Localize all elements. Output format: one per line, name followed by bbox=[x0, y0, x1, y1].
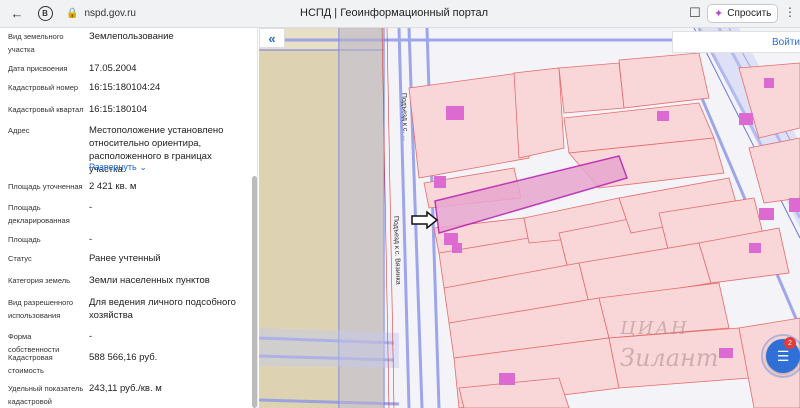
info-label: Кадастровая стоимость bbox=[8, 353, 53, 375]
info-value: 17.05.2004 bbox=[89, 63, 137, 74]
info-value: 2 421 кв. м bbox=[89, 181, 137, 192]
info-label: Площадь уточненная bbox=[8, 182, 83, 191]
cadastral-map[interactable]: Подъезд к с. ... Подъезд к с. Вязинка bbox=[259, 28, 800, 408]
info-label: Кадастровый квартал bbox=[8, 105, 84, 114]
info-value: Ранее учтенный bbox=[89, 253, 161, 264]
info-label: Удельный показатель кадастровой bbox=[8, 384, 84, 406]
address-bar[interactable]: 🔒 nspd.gov.ru bbox=[66, 8, 136, 19]
login-button-label: Войти bbox=[772, 36, 800, 48]
info-value: 16:15:180104:24 bbox=[89, 82, 161, 93]
lock-icon: 🔒 bbox=[66, 8, 79, 19]
yandex-shield-icon[interactable]: B bbox=[34, 3, 56, 25]
street-label: Подъезд к с. Вязинка bbox=[392, 216, 401, 285]
info-label: Адрес bbox=[8, 126, 30, 135]
more-menu-icon[interactable]: ⋮ bbox=[784, 5, 796, 19]
expand-link-label: Развернуть bbox=[89, 162, 137, 172]
info-value: Земли населенных пунктов bbox=[89, 275, 210, 286]
bookmark-icon[interactable]: ☐ bbox=[689, 5, 701, 21]
info-label: Вид разрешенного использования bbox=[8, 298, 74, 320]
info-label: Площадь bbox=[8, 235, 41, 244]
list-icon: ☰ bbox=[776, 347, 790, 364]
ask-button[interactable]: ✦ Спросить bbox=[707, 4, 779, 23]
info-value: Землепользование bbox=[89, 31, 174, 42]
sparkle-icon: ✦ bbox=[714, 8, 724, 20]
collapse-panel-button[interactable]: « bbox=[259, 28, 285, 48]
info-value: 243,11 руб./кв. м bbox=[89, 383, 162, 394]
url-text: nspd.gov.ru bbox=[84, 8, 136, 19]
page-title: НСПД | Геоинформационный портал bbox=[300, 7, 489, 19]
info-value: Для ведения личного подсобного хозяйства bbox=[89, 297, 236, 321]
info-value: - bbox=[89, 331, 93, 342]
info-label: Дата присвоения bbox=[8, 64, 68, 73]
map-canvas: Подъезд к с. ... Подъезд к с. Вязинка bbox=[259, 28, 800, 408]
info-value: 16:15:180104 bbox=[89, 104, 148, 115]
parcel-info-panel: Вид земельного участка Землепользование … bbox=[0, 28, 258, 408]
chevron-down-icon: ⌄ bbox=[139, 162, 147, 172]
expand-link[interactable]: Развернуть ⌄ bbox=[89, 161, 249, 174]
road-corridor bbox=[259, 328, 399, 368]
info-label: Категория земель bbox=[8, 276, 71, 285]
info-label: Вид земельного участка bbox=[8, 32, 64, 54]
login-button[interactable]: Войти bbox=[672, 31, 800, 53]
back-arrow-icon[interactable]: ← bbox=[6, 3, 28, 25]
info-label: Площадь декларированная bbox=[8, 203, 70, 225]
info-value: 588 566,16 руб. bbox=[89, 352, 158, 363]
notification-badge: 2 bbox=[784, 337, 796, 349]
panel-scrollbar[interactable] bbox=[252, 176, 257, 408]
ask-button-label: Спросить bbox=[727, 8, 772, 19]
info-label: Кадастровый номер bbox=[8, 83, 79, 92]
info-value: - bbox=[89, 202, 93, 213]
info-value: - bbox=[89, 234, 93, 245]
info-label: Статус bbox=[8, 254, 32, 263]
